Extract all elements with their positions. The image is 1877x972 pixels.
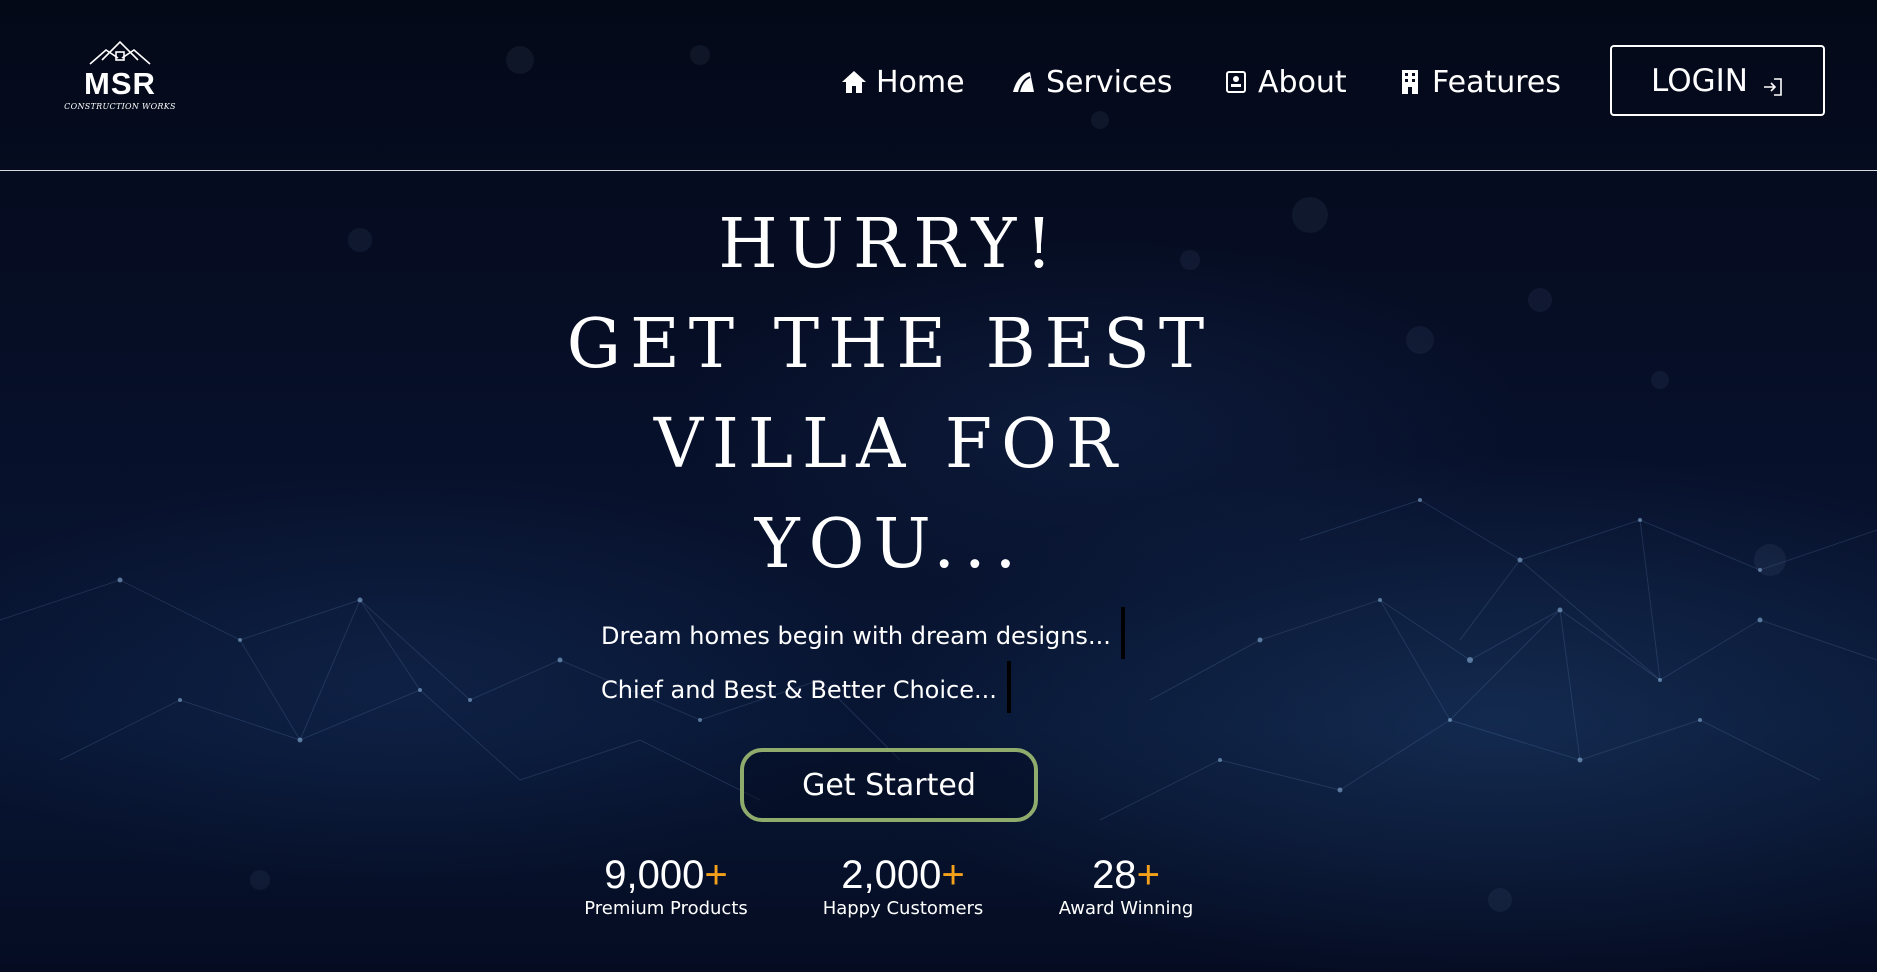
site-header: MSR CONSTRUCTION WORKS Home Services Abo… bbox=[0, 0, 1877, 171]
stat-number: 28+ bbox=[1016, 852, 1236, 898]
stat-label: Premium Products bbox=[584, 898, 748, 919]
services-icon bbox=[1010, 68, 1038, 96]
hero-title: HURRY! GET THE BEST VILLA FOR YOU... bbox=[540, 195, 1240, 595]
hero-title-line: GET THE BEST bbox=[566, 305, 1214, 384]
typing-cursor bbox=[1006, 661, 1011, 713]
stat-happy-customers: 2,000+ Happy Customers bbox=[793, 852, 1013, 920]
stat-plus: + bbox=[704, 853, 728, 897]
tagline-text: Chief and Best & Better Choice... bbox=[601, 676, 997, 704]
stat-value: 9,000 bbox=[604, 853, 705, 897]
stat-label: Award Winning bbox=[1058, 898, 1194, 919]
sign-in-icon bbox=[1762, 70, 1784, 96]
nav-services[interactable]: Services bbox=[1010, 62, 1173, 102]
nav-services-label: Services bbox=[1046, 64, 1173, 100]
stat-value: 2,000 bbox=[841, 853, 942, 897]
nav-about[interactable]: About bbox=[1222, 62, 1347, 102]
nav-about-label: About bbox=[1258, 64, 1347, 100]
hero-title-line: HURRY! bbox=[718, 205, 1062, 284]
nav-home[interactable]: Home bbox=[840, 62, 965, 102]
logo-subtext: CONSTRUCTION WORKS bbox=[64, 102, 176, 111]
landing-page: MSR CONSTRUCTION WORKS Home Services Abo… bbox=[0, 0, 1877, 972]
stat-number: 9,000+ bbox=[556, 852, 776, 898]
stat-plus: + bbox=[941, 853, 965, 897]
building-icon bbox=[1396, 68, 1424, 96]
tagline-dream-homes: Dream homes begin with dream designs... bbox=[601, 607, 1125, 659]
stat-award-winning: 28+ Award Winning bbox=[1016, 852, 1236, 920]
logo-text: MSR bbox=[84, 66, 156, 101]
get-started-button[interactable]: Get Started bbox=[740, 748, 1038, 822]
hero-title-line: VILLA FOR bbox=[653, 405, 1127, 484]
nav-features[interactable]: Features bbox=[1396, 62, 1561, 102]
hero-title-line: YOU... bbox=[754, 505, 1026, 584]
nav-features-label: Features bbox=[1432, 64, 1561, 100]
login-label: LOGIN bbox=[1651, 62, 1748, 99]
stat-value: 28 bbox=[1092, 853, 1137, 897]
msr-logo[interactable]: MSR CONSTRUCTION WORKS bbox=[60, 40, 180, 120]
home-icon bbox=[840, 68, 868, 96]
login-button[interactable]: LOGIN bbox=[1610, 45, 1825, 116]
stat-plus: + bbox=[1136, 853, 1160, 897]
contact-card-icon bbox=[1222, 68, 1250, 96]
tagline-best-choice: Chief and Best & Better Choice... bbox=[601, 661, 1011, 713]
nav-home-label: Home bbox=[876, 64, 965, 100]
stat-label: Happy Customers bbox=[822, 898, 984, 919]
stat-premium-products: 9,000+ Premium Products bbox=[556, 852, 776, 920]
tagline-text: Dream homes begin with dream designs... bbox=[601, 622, 1111, 650]
typing-cursor bbox=[1120, 607, 1125, 659]
stat-number: 2,000+ bbox=[793, 852, 1013, 898]
